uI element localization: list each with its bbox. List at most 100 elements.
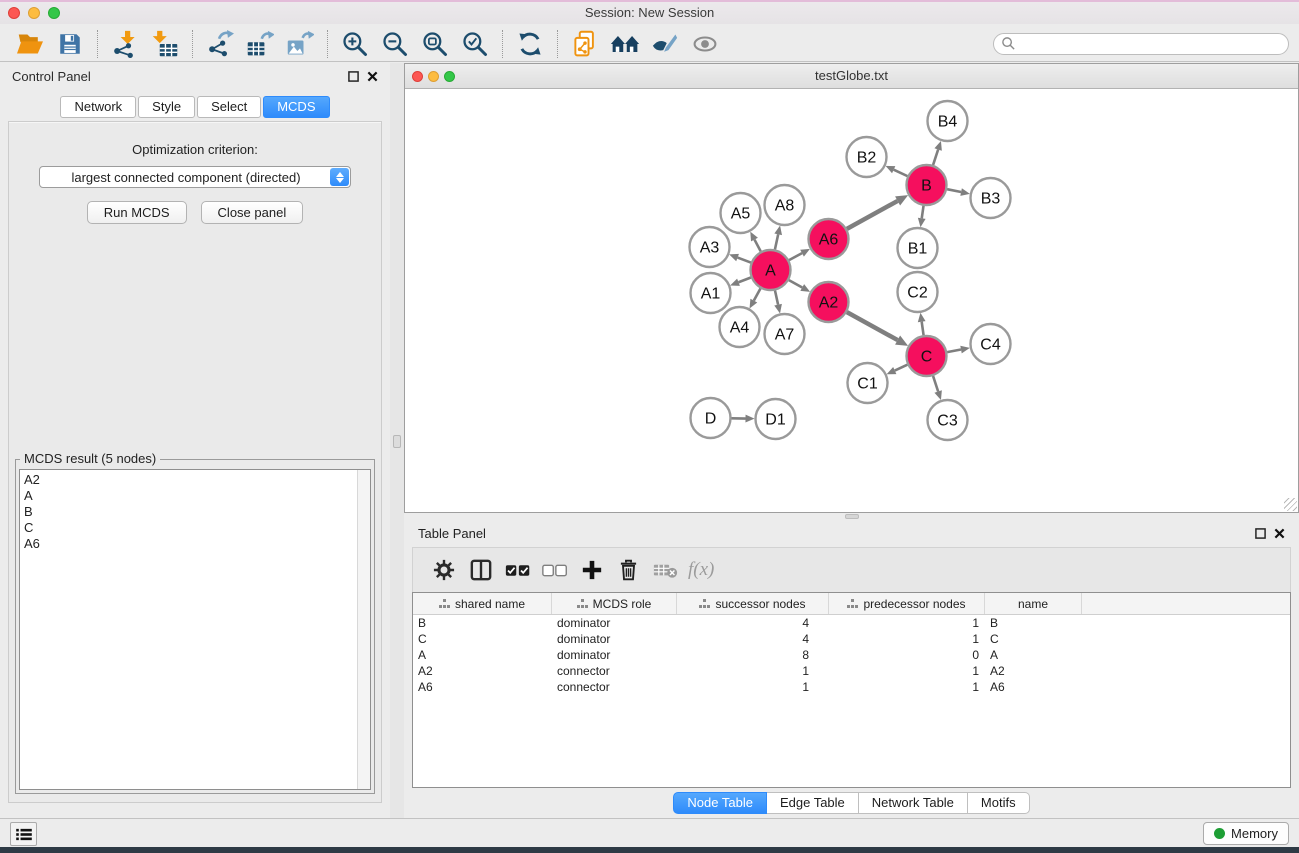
mcds-result-item[interactable]: A2	[24, 472, 370, 488]
select-all-icon[interactable]	[499, 553, 536, 587]
splitter-grabber-icon[interactable]	[393, 435, 401, 448]
table-cell[interactable]: dominator	[552, 615, 677, 631]
table-cell[interactable]: 4	[677, 615, 829, 631]
network-canvas[interactable]: AA1A2A3A4A5A6A7A8BB1B2B3B4CC1C2C3C4DD1	[405, 89, 1298, 512]
delete-column-icon[interactable]	[610, 553, 647, 587]
mcds-result-item[interactable]: A	[24, 488, 370, 504]
clone-network-icon[interactable]	[565, 28, 605, 60]
close-panel-button[interactable]: Close panel	[201, 201, 304, 224]
column-header-name[interactable]: name	[985, 593, 1082, 614]
run-mcds-button[interactable]: Run MCDS	[87, 201, 187, 224]
window-resize-grip-icon[interactable]	[1284, 498, 1297, 511]
panel-splitter[interactable]	[390, 63, 404, 818]
table-cell[interactable]: 1	[829, 631, 985, 647]
import-network-icon[interactable]	[105, 28, 145, 60]
zoom-in-icon[interactable]	[335, 28, 375, 60]
zoom-out-icon[interactable]	[375, 28, 415, 60]
mcds-result-list[interactable]: A2ABCA6	[19, 469, 371, 790]
table-settings-icon[interactable]	[425, 553, 462, 587]
table-cell[interactable]: 1	[677, 663, 829, 679]
table-row[interactable]: Cdominator41C	[413, 631, 1290, 647]
table-cell[interactable]: 8	[677, 647, 829, 663]
table-cell[interactable]: 1	[829, 615, 985, 631]
panel-list-button[interactable]	[10, 822, 37, 846]
graph-edge[interactable]	[895, 365, 908, 371]
close-panel-icon[interactable]	[1274, 528, 1285, 539]
tab-node-table[interactable]: Node Table	[673, 792, 767, 814]
graph-edge[interactable]	[754, 288, 761, 300]
table-cell[interactable]: A	[985, 647, 1082, 663]
search-input[interactable]	[993, 33, 1289, 55]
table-cell[interactable]: connector	[552, 679, 677, 695]
tab-network-table[interactable]: Network Table	[859, 792, 968, 814]
splitter-grabber-icon[interactable]	[845, 514, 859, 519]
column-header-MCDS-role[interactable]: MCDS role	[552, 593, 677, 614]
hide-selected-icon[interactable]	[645, 28, 685, 60]
table-cell[interactable]: dominator	[552, 631, 677, 647]
show-all-icon[interactable]	[685, 28, 725, 60]
save-session-icon[interactable]	[50, 28, 90, 60]
graph-edge[interactable]	[947, 189, 961, 192]
graph-edge[interactable]	[789, 253, 802, 260]
table-cell[interactable]: 4	[677, 631, 829, 647]
network-zoom-button[interactable]	[444, 71, 455, 82]
mcds-result-item[interactable]: A6	[24, 536, 370, 552]
graph-edge[interactable]	[922, 206, 924, 219]
refresh-icon[interactable]	[510, 28, 550, 60]
horizontal-splitter[interactable]	[404, 513, 1299, 520]
graph-edge[interactable]	[922, 322, 924, 335]
import-table-icon[interactable]	[145, 28, 185, 60]
table-row[interactable]: A6connector11A6	[413, 679, 1290, 695]
table-cell[interactable]: A6	[985, 679, 1082, 695]
zoom-selected-icon[interactable]	[455, 28, 495, 60]
tab-mcds[interactable]: MCDS	[263, 96, 329, 118]
table-cell[interactable]: 1	[677, 679, 829, 695]
graph-edge[interactable]	[933, 150, 938, 166]
table-cell[interactable]: A2	[413, 663, 552, 679]
column-header-shared-name[interactable]: shared name	[413, 593, 552, 614]
zoom-fit-icon[interactable]	[415, 28, 455, 60]
table-row[interactable]: Bdominator41B	[413, 615, 1290, 631]
memory-button[interactable]: Memory	[1203, 822, 1289, 845]
float-panel-icon[interactable]	[1255, 528, 1266, 539]
zoom-window-button[interactable]	[48, 7, 60, 19]
table-row[interactable]: A2connector11A2	[413, 663, 1290, 679]
network-minimize-button[interactable]	[428, 71, 439, 82]
close-window-button[interactable]	[8, 7, 20, 19]
column-header-successor-nodes[interactable]: successor nodes	[677, 593, 829, 614]
tab-motifs[interactable]: Motifs	[968, 792, 1030, 814]
list-scrollbar[interactable]	[357, 470, 370, 789]
table-cell[interactable]: C	[985, 631, 1082, 647]
tab-style[interactable]: Style	[138, 96, 195, 118]
graph-edge[interactable]	[739, 278, 751, 283]
table-cell[interactable]: dominator	[552, 647, 677, 663]
column-header-predecessor-nodes[interactable]: predecessor nodes	[829, 593, 985, 614]
graph-edge[interactable]	[754, 240, 760, 252]
table-cell[interactable]: C	[413, 631, 552, 647]
graph-edge[interactable]	[894, 170, 908, 176]
graph-edge[interactable]	[775, 291, 778, 305]
tab-network[interactable]: Network	[60, 96, 136, 118]
table-cell[interactable]: 1	[829, 663, 985, 679]
table-cell[interactable]: 0	[829, 647, 985, 663]
graph-edge[interactable]	[947, 350, 961, 353]
network-close-button[interactable]	[412, 71, 423, 82]
table-cell[interactable]: B	[413, 615, 552, 631]
table-cell[interactable]: A6	[413, 679, 552, 695]
add-column-icon[interactable]	[573, 553, 610, 587]
tab-edge-table[interactable]: Edge Table	[767, 792, 859, 814]
graph-edge[interactable]	[738, 258, 751, 263]
first-neighbors-icon[interactable]	[605, 28, 645, 60]
table-cell[interactable]: connector	[552, 663, 677, 679]
table-cell[interactable]: A2	[985, 663, 1082, 679]
graph-edge[interactable]	[847, 201, 898, 229]
export-network-icon[interactable]	[200, 28, 240, 60]
export-table-icon[interactable]	[240, 28, 280, 60]
delete-table-icon[interactable]	[647, 553, 684, 587]
tab-select[interactable]: Select	[197, 96, 261, 118]
table-row[interactable]: Adominator80A	[413, 647, 1290, 663]
graph-edge[interactable]	[775, 234, 778, 249]
export-image-icon[interactable]	[280, 28, 320, 60]
float-panel-icon[interactable]	[348, 71, 359, 82]
open-file-icon[interactable]	[10, 28, 50, 60]
